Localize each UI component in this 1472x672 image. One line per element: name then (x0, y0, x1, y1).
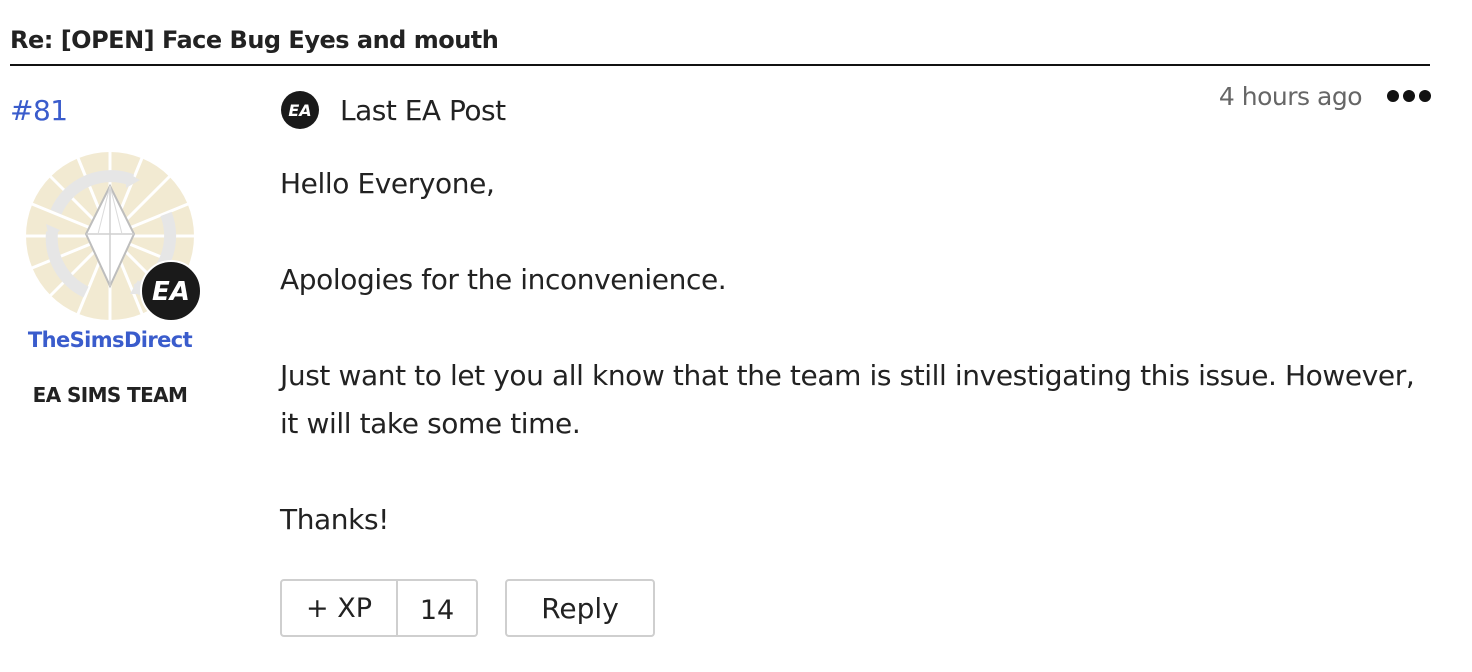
ea-badge-icon: EA (140, 260, 202, 322)
post-paragraph: Just want to let you all know that the t… (280, 359, 1415, 440)
more-dots-icon[interactable] (1386, 86, 1432, 106)
post-paragraph: Apologies for the inconvenience. (280, 263, 727, 296)
last-ea-post-label: Last EA Post (340, 93, 506, 127)
author-avatar[interactable]: EA (26, 152, 202, 322)
xp-count: 14 (419, 594, 455, 626)
last-ea-post-indicator: EA Last EA Post (280, 90, 506, 130)
author-username[interactable]: TheSimsDirect (10, 328, 210, 352)
post-timestamp: 4 hours ago (1218, 82, 1363, 111)
svg-text:EA: EA (152, 277, 190, 307)
ea-logo-icon: EA (281, 91, 319, 129)
svg-text:EA: EA (288, 101, 311, 120)
post-body: Hello Everyone, Apologies for the inconv… (280, 160, 1430, 592)
xp-control: + XP 14 (280, 579, 478, 637)
title-divider (10, 64, 1430, 66)
reply-button[interactable]: Reply (505, 579, 655, 637)
add-xp-button[interactable]: + XP (282, 581, 398, 635)
thread-title: Re: [OPEN] Face Bug Eyes and mouth (10, 26, 499, 54)
author-role: EA SIMS TEAM (32, 383, 188, 407)
post-paragraph: Hello Everyone, (280, 167, 495, 200)
post-paragraph: Thanks! (280, 503, 389, 536)
post-number-link[interactable]: #81 (10, 94, 68, 127)
